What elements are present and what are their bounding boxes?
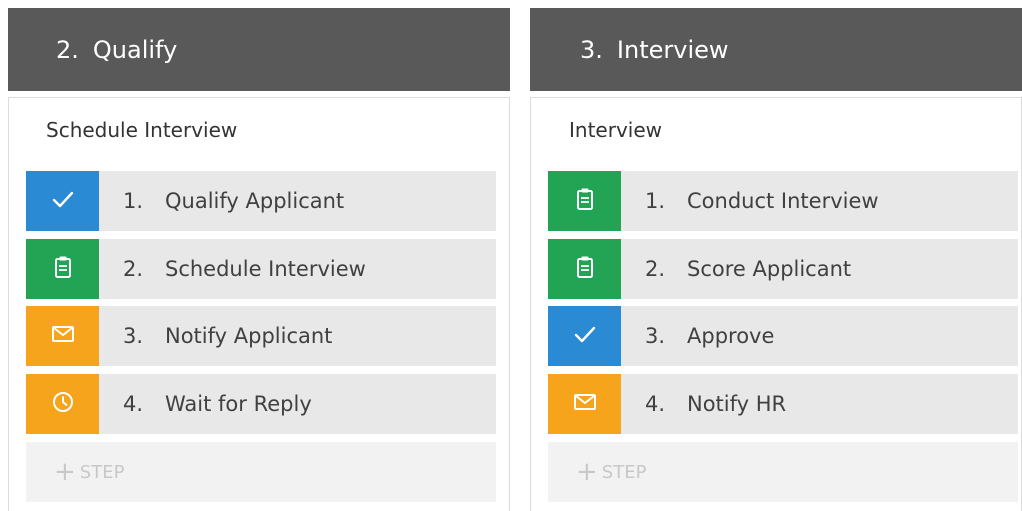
step-icon-box [548,306,621,366]
step-label: 1. Conduct Interview [645,189,879,213]
clipboard-icon [49,253,77,285]
step-icon-box [26,239,99,299]
step-name: Conduct Interview [687,189,879,213]
stage-title: Qualify [92,35,178,64]
step-label: 4. Notify HR [645,392,786,416]
step-notify-hr[interactable]: 4. Notify HR [548,374,1018,434]
step-number: 4. [645,392,666,416]
stage-header[interactable]: 2. Qualify [8,8,510,91]
add-step-button[interactable]: + STEP [26,442,496,502]
check-icon [571,320,599,352]
step-label: 1. Qualify Applicant [123,189,344,213]
step-number: 1. [123,189,144,213]
step-qualify-applicant[interactable]: 1. Qualify Applicant [26,171,496,231]
step-label: 2. Schedule Interview [123,257,366,281]
check-icon [49,185,77,217]
step-number: 4. [123,392,144,416]
step-icon-box [548,374,621,434]
stage-header[interactable]: 3. Interview [530,8,1022,91]
step-number: 3. [645,324,666,348]
step-name: Wait for Reply [165,392,312,416]
step-notify-applicant[interactable]: 3. Notify Applicant [26,306,496,366]
step-icon-box [26,171,99,231]
stage-number: 3. [580,35,603,64]
stage-interview: 3. Interview Interview 1. Conduct Interv… [530,0,1022,511]
step-name: Qualify Applicant [165,189,345,213]
step-number: 1. [645,189,666,213]
envelope-icon [49,320,77,352]
clipboard-icon [571,253,599,285]
stage-title: Interview [616,35,729,64]
step-icon-box [548,239,621,299]
step-name: Approve [687,324,775,348]
step-conduct-interview[interactable]: 1. Conduct Interview [548,171,1018,231]
step-icon-box [26,374,99,434]
step-number: 3. [123,324,144,348]
stage-qualify: 2. Qualify Schedule Interview 1. Qualify… [8,0,510,511]
process-title[interactable]: Interview [569,118,662,142]
add-step-label: STEP [79,461,125,483]
step-icon-box [548,171,621,231]
process-title[interactable]: Schedule Interview [46,118,237,142]
add-step-button[interactable]: + STEP [548,442,1018,502]
stage-number: 2. [56,35,79,64]
step-label: 3. Notify Applicant [123,324,332,348]
envelope-icon [571,388,599,420]
step-icon-box [26,306,99,366]
process-card: Interview 1. Conduct Interview 2. Score … [530,97,1022,511]
step-label: 2. Score Applicant [645,257,851,281]
add-step-label: STEP [601,461,647,483]
process-card: Schedule Interview 1. Qualify Applicant … [8,97,510,511]
plus-icon: + [576,457,598,487]
step-name: Score Applicant [687,257,852,281]
step-label: 4. Wait for Reply [123,392,312,416]
step-approve[interactable]: 3. Approve [548,306,1018,366]
step-wait-for-reply[interactable]: 4. Wait for Reply [26,374,496,434]
step-schedule-interview[interactable]: 2. Schedule Interview [26,239,496,299]
step-name: Notify HR [687,392,787,416]
step-number: 2. [645,257,666,281]
step-number: 2. [123,257,144,281]
step-name: Schedule Interview [165,257,366,281]
step-score-applicant[interactable]: 2. Score Applicant [548,239,1018,299]
plus-icon: + [54,457,76,487]
step-label: 3. Approve [645,324,774,348]
step-name: Notify Applicant [165,324,333,348]
clipboard-icon [571,185,599,217]
clock-icon [49,388,77,420]
